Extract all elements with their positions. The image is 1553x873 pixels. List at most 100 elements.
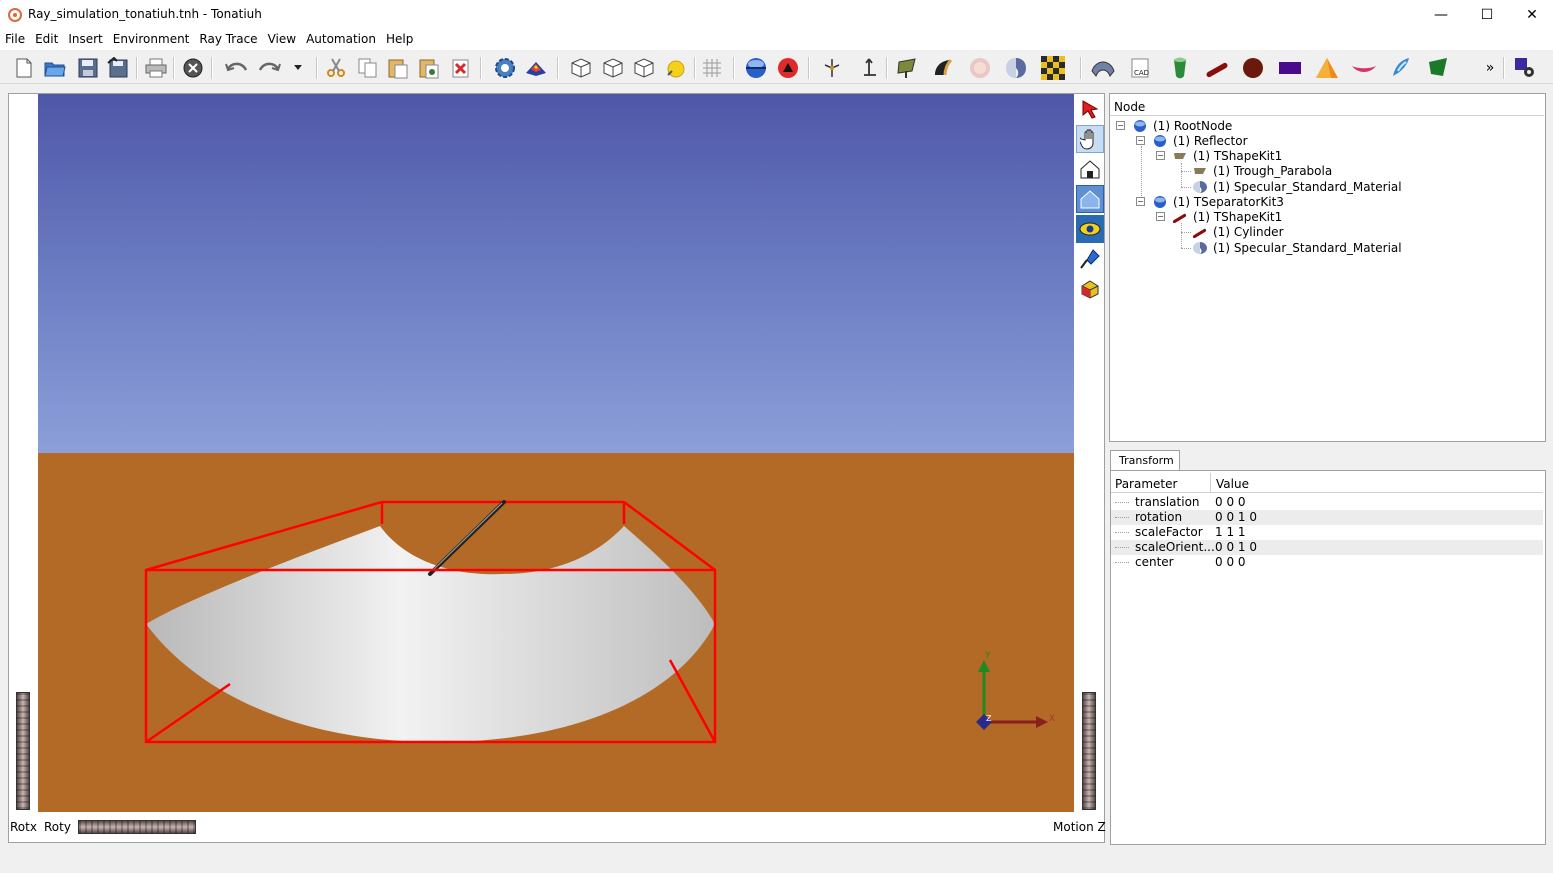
window-title: Ray_simulation_tonatiuh.tnh - Tonatiuh <box>28 7 262 21</box>
property-row-scalefactor[interactable]: scaleFactor 1 1 1 <box>1111 525 1543 540</box>
flat-rectangle-icon[interactable] <box>1277 55 1303 81</box>
undo-dropdown-icon[interactable] <box>288 55 308 81</box>
triangle-icon[interactable] <box>1314 55 1340 81</box>
material-icon[interactable] <box>1003 55 1029 81</box>
set-home-icon[interactable] <box>1076 185 1104 213</box>
tree-collapse-icon[interactable]: − <box>1116 121 1125 130</box>
save-icon[interactable] <box>75 55 101 81</box>
new-file-icon[interactable] <box>11 55 37 81</box>
property-value[interactable]: 0 0 1 0 <box>1215 540 1257 554</box>
seek-icon[interactable] <box>1076 245 1104 273</box>
settings-icon[interactable] <box>1512 55 1538 81</box>
sun-icon[interactable] <box>967 55 993 81</box>
paste-link-icon[interactable] <box>416 55 442 81</box>
separator-node-icon[interactable] <box>743 55 769 81</box>
pan-hand-icon[interactable] <box>1076 125 1104 153</box>
parabolic-dish-icon[interactable] <box>1351 55 1377 81</box>
delete-icon[interactable] <box>448 55 474 81</box>
shape-plugin-icon[interactable] <box>1090 55 1116 81</box>
transform-icon[interactable] <box>819 55 845 81</box>
tree-node-cylinder[interactable]: (1) Cylinder <box>1193 224 1284 239</box>
property-value[interactable]: 0 0 0 <box>1215 495 1246 509</box>
tree-node-tseparatorkit3[interactable]: (1) TSeparatorKit3 <box>1153 194 1284 209</box>
view-xz-icon[interactable] <box>631 55 657 81</box>
tree-node-reflector[interactable]: (1) Reflector <box>1153 133 1248 148</box>
property-value[interactable]: 0 0 1 0 <box>1215 510 1257 524</box>
open-file-icon[interactable] <box>42 55 68 81</box>
toggle-projection-icon[interactable] <box>1076 275 1104 303</box>
close-scene-icon[interactable] <box>180 55 206 81</box>
tree-node-specular-material[interactable]: (1) Specular_Standard_Material <box>1193 240 1402 255</box>
property-row-center[interactable]: center 0 0 0 <box>1111 555 1543 570</box>
tree-line <box>1115 532 1129 533</box>
menu-file[interactable]: File <box>0 30 30 50</box>
property-value[interactable]: 0 0 0 <box>1215 555 1246 569</box>
cylinder-icon[interactable] <box>1204 55 1230 81</box>
tree-collapse-icon[interactable]: − <box>1156 212 1165 221</box>
motion-z-thumbwheel[interactable] <box>1082 692 1096 810</box>
menu-edit[interactable]: Edit <box>30 30 63 50</box>
tree-node-trough-parabola[interactable]: (1) Trough_Parabola <box>1193 163 1332 178</box>
redo-icon[interactable] <box>256 55 282 81</box>
trough-icon[interactable] <box>930 55 956 81</box>
menu-automation[interactable]: Automation <box>301 30 381 50</box>
checker-icon[interactable] <box>1040 55 1066 81</box>
select-arrow-icon[interactable] <box>1076 95 1104 123</box>
tree-line <box>1115 547 1129 548</box>
tree-node-tshapekit1[interactable]: (1) TShapeKit1 <box>1173 148 1282 163</box>
heliostat-icon[interactable] <box>895 55 921 81</box>
view-yz-icon[interactable] <box>600 55 626 81</box>
hyperbola-icon[interactable] <box>1388 55 1414 81</box>
property-row-rotation[interactable]: rotation 0 0 1 0 <box>1111 510 1543 525</box>
tab-transform[interactable]: Transform <box>1110 450 1180 470</box>
property-row-translation[interactable]: translation 0 0 0 <box>1111 495 1543 510</box>
run-flux-icon[interactable] <box>523 55 549 81</box>
tree-node-label: (1) Cylinder <box>1213 224 1284 239</box>
menu-view[interactable]: View <box>263 30 301 50</box>
menu-help[interactable]: Help <box>381 30 418 50</box>
close-button[interactable]: ✕ <box>1509 0 1553 30</box>
tonatiuh-logo-icon <box>8 8 22 22</box>
3d-viewport[interactable]: Y X Z <box>38 94 1074 812</box>
menu-environment[interactable]: Environment <box>108 30 195 50</box>
grid-icon[interactable] <box>699 55 725 81</box>
tree-node-label: (1) Specular_Standard_Material <box>1213 240 1402 255</box>
cone-icon[interactable] <box>1167 55 1193 81</box>
toolbar-overflow-button[interactable]: » <box>1479 55 1501 81</box>
tree-collapse-icon[interactable]: − <box>1136 136 1145 145</box>
undo-icon[interactable] <box>224 55 250 81</box>
roty-thumbwheel[interactable] <box>78 820 196 834</box>
cad-icon[interactable]: CAD <box>1128 55 1154 81</box>
view-all-icon[interactable] <box>1076 215 1104 243</box>
menu-ray-trace[interactable]: Ray Trace <box>194 30 262 50</box>
minimize-button[interactable]: — <box>1418 0 1464 30</box>
orient-icon[interactable] <box>856 55 882 81</box>
tree-collapse-icon[interactable]: − <box>1156 151 1165 160</box>
maximize-icon: ☐ <box>1480 7 1494 23</box>
home-view-icon[interactable] <box>1076 155 1104 183</box>
tree-line <box>1181 232 1191 233</box>
cut-icon[interactable] <box>323 55 349 81</box>
copy-icon[interactable] <box>355 55 381 81</box>
view-sun-icon[interactable] <box>662 55 688 81</box>
tree-line <box>1181 171 1191 172</box>
menu-insert[interactable]: Insert <box>63 30 107 50</box>
tree-collapse-icon[interactable]: − <box>1136 197 1145 206</box>
tree-node-specular-material[interactable]: (1) Specular_Standard_Material <box>1193 179 1402 194</box>
view-xy-icon[interactable] <box>568 55 594 81</box>
property-value[interactable]: 1 1 1 <box>1215 525 1246 539</box>
surface-node-icon[interactable] <box>775 55 801 81</box>
property-row-scaleorientation[interactable]: scaleOrient... 0 0 1 0 <box>1111 540 1543 555</box>
print-icon[interactable] <box>143 55 169 81</box>
save-as-icon[interactable] <box>105 55 131 81</box>
tree-node-rootnode[interactable]: (1) RootNode <box>1133 118 1232 133</box>
tree-node-tshapekit1[interactable]: (1) TShapeKit1 <box>1173 209 1282 224</box>
tree-line <box>1181 163 1182 187</box>
paste-icon[interactable] <box>385 55 411 81</box>
rotx-thumbwheel[interactable] <box>16 692 30 810</box>
maximize-button[interactable]: ☐ <box>1464 0 1510 30</box>
sphere-icon[interactable] <box>1240 55 1266 81</box>
ray-trace-settings-icon[interactable] <box>492 55 518 81</box>
main-toolbar: CAD » <box>0 51 1553 84</box>
green-shape-icon[interactable] <box>1426 55 1452 81</box>
